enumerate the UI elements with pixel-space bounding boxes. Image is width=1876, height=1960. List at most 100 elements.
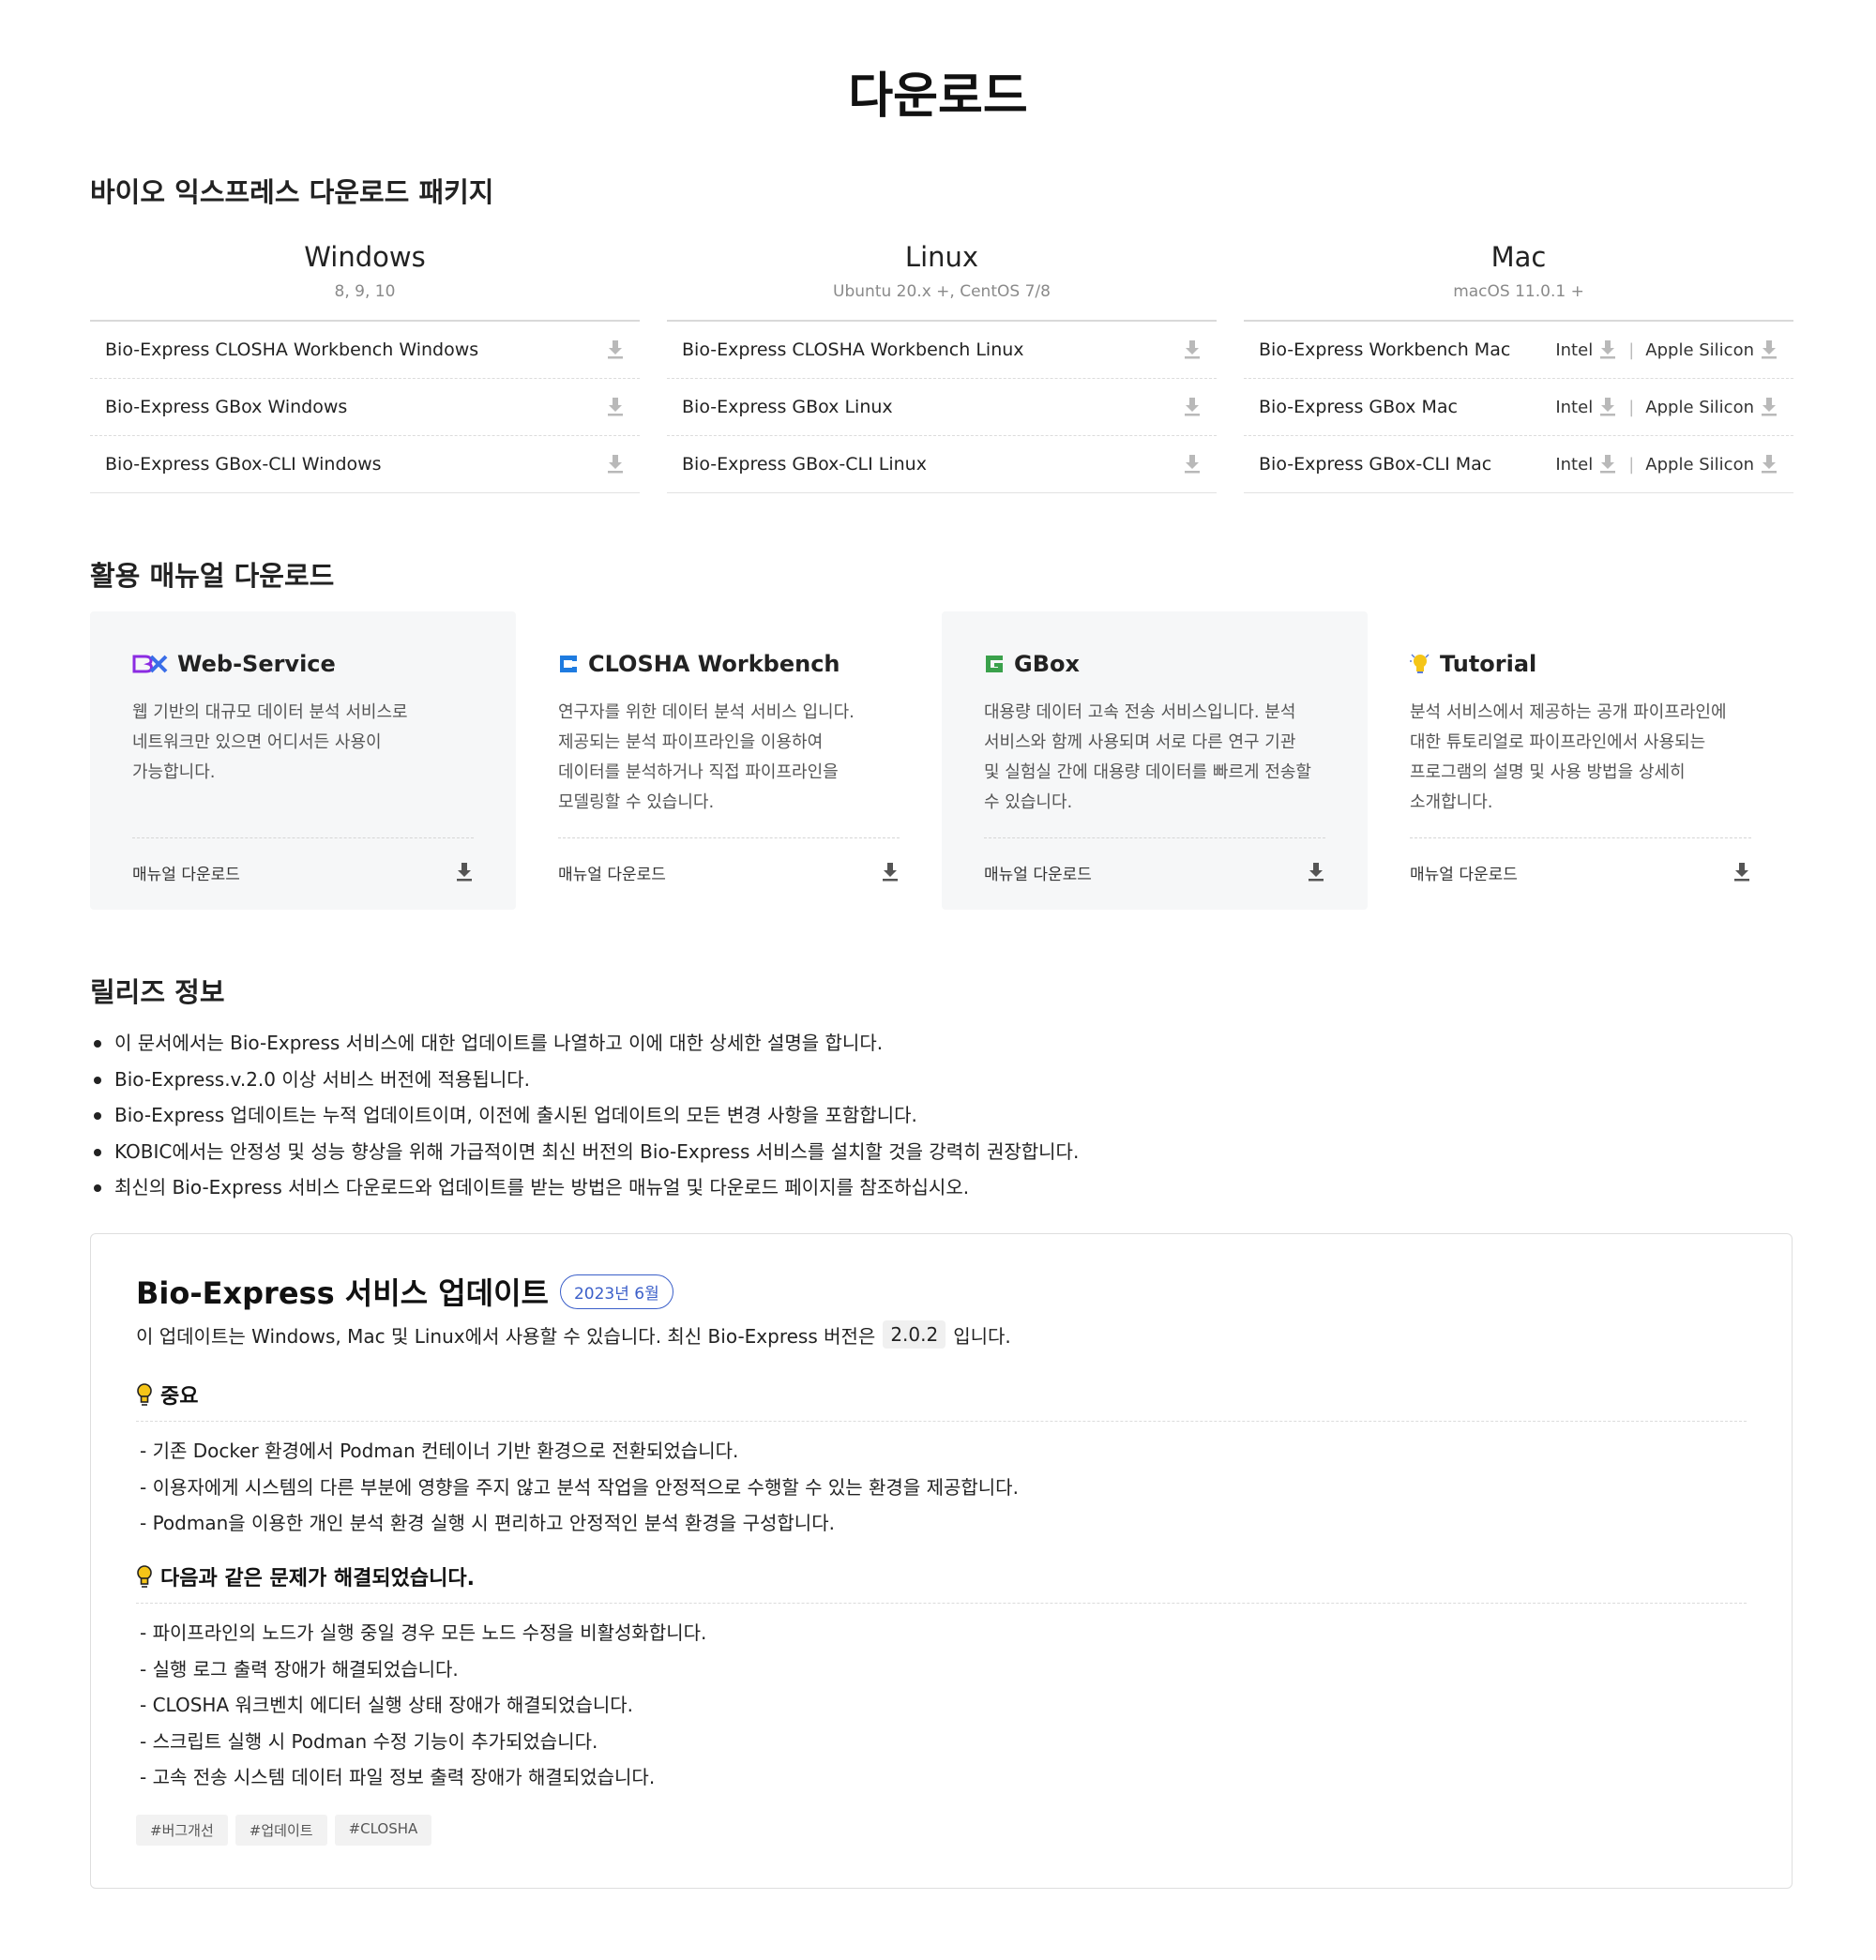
manual-card-web-service: Web-Service 웹 기반의 대규모 데이터 분석 서비스로 네트워크만 …: [90, 611, 516, 910]
divider: [1410, 837, 1751, 838]
download-row[interactable]: Bio-Express CLOSHA Workbench Linux: [667, 322, 1217, 379]
download-row[interactable]: Bio-Express CLOSHA Workbench Windows: [90, 322, 640, 379]
lead-text-end: 입니다.: [953, 1324, 1011, 1348]
os-name: Windows: [304, 241, 426, 273]
manual-download-button[interactable]: 매뉴얼 다운로드: [984, 853, 1325, 891]
gbox-logo-icon: [986, 656, 1003, 672]
download-row[interactable]: Bio-Express GBox Windows: [90, 379, 640, 436]
tag[interactable]: #업데이트: [234, 1815, 327, 1846]
download-icon[interactable]: [1183, 397, 1202, 417]
download-icon[interactable]: [881, 862, 900, 882]
tag[interactable]: #CLOSHA: [334, 1815, 432, 1846]
download-icon[interactable]: [1760, 397, 1778, 417]
card-description: 분석 서비스에서 제공하는 공개 파이프라인에 대한 튜토리얼로 파이프라인에서…: [1410, 702, 1727, 812]
download-icon[interactable]: [606, 397, 625, 417]
download-icon[interactable]: [1732, 862, 1751, 882]
mac-column: Mac macOS 11.0.1 + Bio-Express Workbench…: [1244, 239, 1793, 493]
list-item: - CLOSHA 워크벤치 에디터 실행 상태 장애가 해결되었습니다.: [140, 1694, 634, 1716]
mac-arch-options: Intel | Apple Silicon: [1555, 454, 1778, 475]
divider: [136, 1421, 1747, 1422]
list-item: - 이용자에게 시스템의 다른 부분에 영향을 주지 않고 분석 작업을 안정적…: [140, 1475, 1019, 1499]
os-name: Mac: [1490, 241, 1547, 273]
manuals-section-title: 활용 매뉴얼 다운로드: [90, 560, 335, 592]
package-name: Bio-Express GBox-CLI Linux: [682, 454, 927, 475]
os-name: Linux: [904, 241, 979, 273]
update-box: Bio-Express 서비스 업데이트 2023년 6월 이 업데이트는 Wi…: [90, 1233, 1793, 1889]
card-title-text: CLOSHA Workbench: [588, 651, 840, 677]
tag-list: #버그개선 #업데이트 #CLOSHA: [136, 1815, 432, 1846]
manual-download-button[interactable]: 매뉴얼 다운로드: [132, 853, 474, 891]
closha-logo-icon: [560, 656, 577, 672]
os-versions: Ubuntu 20.x +, CentOS 7/8: [833, 282, 1051, 301]
card-title-text: Tutorial: [1440, 651, 1537, 677]
card-title-text: GBox: [1014, 651, 1080, 677]
list-item: - 파이프라인의 노드가 실행 중일 경우 모든 노드 수정을 비활성화합니다.: [140, 1621, 707, 1644]
download-icon[interactable]: [606, 454, 625, 475]
intel-download-link[interactable]: Intel: [1555, 340, 1593, 360]
separator: |: [1628, 339, 1635, 360]
download-icon[interactable]: [455, 862, 474, 882]
download-icon[interactable]: [1307, 862, 1325, 882]
manual-card-gbox: GBox 대용량 데이터 고속 전송 서비스입니다. 분석 서비스와 함께 사용…: [942, 611, 1368, 910]
download-row: Bio-Express GBox Mac Intel | Apple Silic…: [1244, 379, 1793, 436]
windows-header: Windows 8, 9, 10: [90, 239, 640, 322]
manual-download-button[interactable]: 매뉴얼 다운로드: [558, 853, 900, 891]
list-item: 최신의 Bio-Express 서비스 다운로드와 업데이트를 받는 방법은 매…: [90, 1169, 1079, 1206]
page-title: 다운로드: [848, 68, 1028, 125]
update-title: Bio-Express 서비스 업데이트: [136, 1275, 549, 1311]
download-row[interactable]: Bio-Express GBox Linux: [667, 379, 1217, 436]
intel-download-link[interactable]: Intel: [1555, 455, 1593, 475]
manual-card-closha-workbench: CLOSHA Workbench 연구자를 위한 데이터 분석 서비스 입니다.…: [516, 611, 942, 910]
lightbulb-icon: [137, 1383, 152, 1406]
download-icon[interactable]: [1598, 454, 1617, 475]
card-description: 대용량 데이터 고속 전송 서비스입니다. 분석 서비스와 함께 사용되며 서로…: [984, 702, 1311, 812]
manual-download-button[interactable]: 매뉴얼 다운로드: [1410, 853, 1751, 891]
package-name: Bio-Express CLOSHA Workbench Windows: [105, 339, 479, 360]
download-row: Bio-Express Workbench Mac Intel | Apple …: [1244, 322, 1793, 379]
apple-silicon-download-link[interactable]: Apple Silicon: [1645, 398, 1754, 417]
separator: |: [1628, 454, 1635, 475]
download-icon[interactable]: [1598, 339, 1617, 360]
manual-download-label: 매뉴얼 다운로드: [1410, 865, 1518, 884]
linux-column: Linux Ubuntu 20.x +, CentOS 7/8 Bio-Expr…: [667, 239, 1217, 493]
important-list: - 기존 Docker 환경에서 Podman 컨테이너 기반 환경으로 전환되…: [140, 1433, 1019, 1542]
tag[interactable]: #버그개선: [136, 1815, 228, 1846]
divider: [984, 837, 1325, 838]
package-name: Bio-Express GBox-CLI Mac: [1259, 454, 1492, 475]
download-row[interactable]: Bio-Express GBox-CLI Windows: [90, 436, 640, 493]
list-item: - 기존 Docker 환경에서 Podman 컨테이너 기반 환경으로 전환되…: [140, 1440, 739, 1462]
download-icon[interactable]: [1598, 397, 1617, 417]
fixed-list: - 파이프라인의 노드가 실행 중일 경우 모든 노드 수정을 비활성화합니다.…: [140, 1615, 706, 1796]
release-section-title: 릴리즈 정보: [90, 976, 225, 1008]
card-description: 웹 기반의 대규모 데이터 분석 서비스로 네트워크만 있으면 어디서든 사용이…: [132, 702, 408, 782]
card-title: Tutorial: [1410, 651, 1536, 677]
windows-column: Windows 8, 9, 10 Bio-Express CLOSHA Work…: [90, 239, 640, 493]
download-icon[interactable]: [1760, 339, 1778, 360]
apple-silicon-download-link[interactable]: Apple Silicon: [1645, 340, 1754, 360]
manual-download-label: 매뉴얼 다운로드: [984, 865, 1092, 884]
intel-download-link[interactable]: Intel: [1555, 398, 1593, 417]
divider: [132, 837, 474, 838]
download-row[interactable]: Bio-Express GBox-CLI Linux: [667, 436, 1217, 493]
list-item: KOBIC에서는 안정성 및 성능 향상을 위해 가급적이면 최신 버전의 Bi…: [90, 1134, 1079, 1170]
apple-silicon-download-link[interactable]: Apple Silicon: [1645, 455, 1754, 475]
download-icon[interactable]: [1760, 454, 1778, 475]
package-name: Bio-Express Workbench Mac: [1259, 339, 1511, 360]
list-item: - 실행 로그 출력 장애가 해결되었습니다.: [140, 1657, 459, 1681]
release-notes-list: 이 문서에서는 Bio-Express 서비스에 대한 업데이트를 나열하고 이…: [90, 1025, 1079, 1206]
package-name: Bio-Express GBox Mac: [1259, 397, 1458, 417]
package-name: Bio-Express CLOSHA Workbench Linux: [682, 339, 1024, 360]
bx-logo-icon: [132, 655, 168, 673]
linux-header: Linux Ubuntu 20.x +, CentOS 7/8: [667, 239, 1217, 322]
mac-arch-options: Intel | Apple Silicon: [1555, 339, 1778, 360]
download-icon[interactable]: [1183, 339, 1202, 360]
list-item: Bio-Express.v.2.0 이상 서비스 버전에 적용됩니다.: [90, 1062, 1079, 1098]
download-icon[interactable]: [1183, 454, 1202, 475]
download-icon[interactable]: [606, 339, 625, 360]
download-page: 다운로드 바이오 익스프레스 다운로드 패키지 Windows 8, 9, 10…: [0, 0, 1876, 1960]
fixed-heading: 다음과 같은 문제가 해결되었습니다.: [136, 1561, 475, 1591]
card-description: 연구자를 위한 데이터 분석 서비스 입니다. 제공되는 분석 파이프라인을 이…: [558, 702, 855, 812]
packages-section-title: 바이오 익스프레스 다운로드 패키지: [90, 176, 494, 208]
divider: [136, 1603, 1747, 1604]
lead-text: 이 업데이트는 Windows, Mac 및 Linux에서 사용할 수 있습니…: [136, 1324, 876, 1348]
